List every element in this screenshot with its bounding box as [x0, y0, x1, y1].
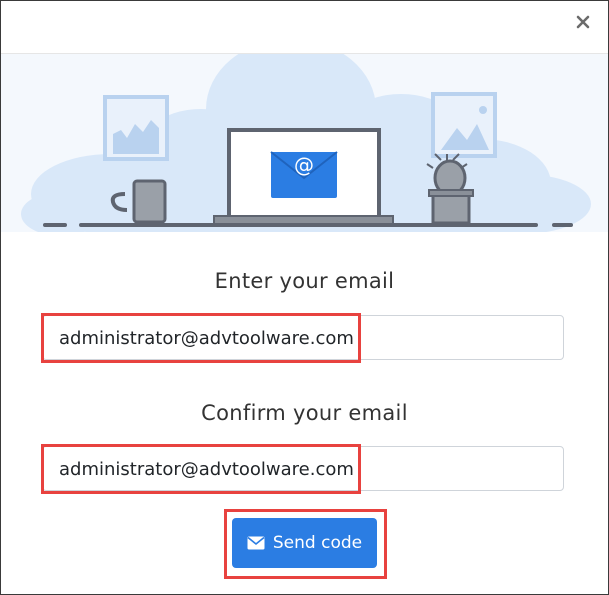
- send-code-label: Send code: [272, 533, 363, 553]
- email-illustration: @: [1, 54, 608, 232]
- send-code-button[interactable]: Send code: [232, 518, 377, 568]
- envelope-icon: [247, 536, 265, 550]
- picture-frame-right-icon: [431, 92, 497, 158]
- confirm-email-input-value: administrator@advtoolware.com: [59, 459, 354, 480]
- picture-frame-left-icon: [103, 95, 169, 161]
- email-input-value: administrator@advtoolware.com: [59, 328, 354, 349]
- dialog-header: [1, 1, 608, 54]
- confirm-email-input[interactable]: administrator@advtoolware.com: [42, 446, 564, 491]
- laptop-icon: @: [213, 128, 394, 225]
- close-button[interactable]: [572, 11, 594, 33]
- svg-text:@: @: [294, 153, 314, 177]
- email-label: Enter your email: [214, 269, 395, 293]
- close-icon: [576, 15, 590, 29]
- confirm-email-label: Confirm your email: [201, 401, 408, 425]
- email-dialog: @ Enter your email administrator@advtool…: [0, 0, 609, 595]
- email-input[interactable]: administrator@advtoolware.com: [42, 315, 564, 360]
